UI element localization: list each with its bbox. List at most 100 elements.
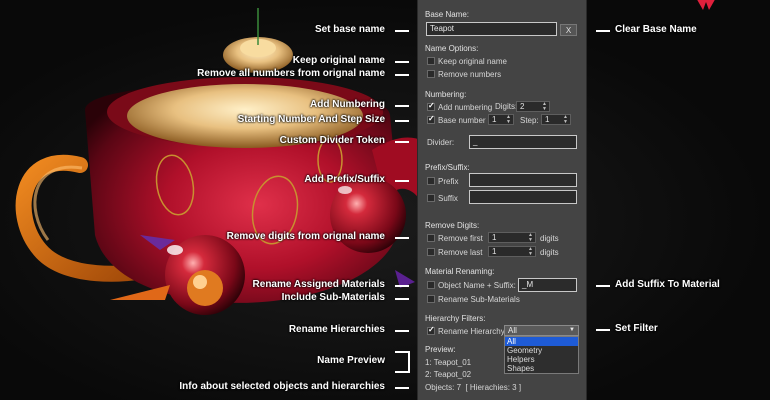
- prefix-input[interactable]: [469, 173, 577, 187]
- keep-original-checkbox[interactable]: [427, 57, 435, 65]
- divider-input[interactable]: _: [469, 135, 577, 149]
- rename-hierarchy-checkbox[interactable]: [427, 325, 435, 335]
- remove-last-spinner[interactable]: 1 ▲ ▼: [488, 246, 536, 257]
- rename-sub-materials-label: Rename Sub-Materials: [438, 295, 520, 304]
- base-number-value: 1: [492, 115, 497, 124]
- annotation-leader: [395, 61, 409, 63]
- object-name-suffix-checkbox[interactable]: [427, 281, 435, 289]
- divider-label: Divider:: [427, 138, 455, 147]
- add-numbering-checkbox[interactable]: [427, 101, 435, 111]
- base-name-input[interactable]: Teapot: [426, 22, 557, 36]
- filter-option[interactable]: All: [505, 337, 578, 346]
- prefix-label: Prefix: [438, 177, 459, 186]
- suffix-checkbox[interactable]: [427, 194, 435, 202]
- digits-spinner[interactable]: 2 ▲ ▼: [516, 101, 550, 112]
- remove-last-checkbox[interactable]: [427, 248, 435, 256]
- annotation-remove-numbers: Remove all numbers from orignal name: [197, 68, 385, 79]
- rename-hierarchy-label: Rename Hierarchy: [438, 327, 505, 336]
- remove-digits-label: Remove Digits:: [425, 221, 480, 230]
- remove-first-checkbox[interactable]: [427, 234, 435, 242]
- filter-option[interactable]: Shapes: [505, 364, 578, 373]
- annotation-leader: [395, 330, 409, 332]
- base-number-spinner[interactable]: 1 ▲ ▼: [488, 114, 514, 125]
- annotation-clear-base-name: Clear Base Name: [615, 24, 697, 35]
- remove-first-spinner[interactable]: 1 ▲ ▼: [488, 232, 536, 243]
- prefix-checkbox[interactable]: [427, 177, 435, 185]
- digits-value: 2: [520, 102, 525, 111]
- spinner-arrows-icon[interactable]: ▲ ▼: [528, 233, 533, 243]
- annotation-bracket: [395, 351, 410, 373]
- remove-numbers-label: Remove numbers: [438, 70, 502, 79]
- filter-option[interactable]: Helpers: [505, 355, 578, 364]
- remove-numbers-checkbox[interactable]: [427, 70, 435, 78]
- annotation-set-base-name: Set base name: [314, 24, 385, 35]
- base-number-label: Base number: [438, 116, 486, 125]
- digits-label: Digits:: [495, 102, 518, 111]
- annotation-remove-digits: Remove digits from orignal name: [226, 231, 385, 242]
- material-renaming-label: Material Renaming:: [425, 267, 495, 276]
- base-number-checkbox[interactable]: [427, 114, 435, 124]
- hierarchy-filters-label: Hierarchy Filters:: [425, 314, 486, 323]
- annotation-set-filter: Set Filter: [615, 323, 658, 334]
- add-numbering-label: Add numbering: [438, 103, 493, 112]
- selection-info: Objects: 7 [ Hierachies: 3 ]: [425, 383, 522, 392]
- annotation-leader: [395, 387, 409, 389]
- annotation-name-preview: Name Preview: [317, 355, 385, 366]
- suffix-label: Suffix: [438, 194, 458, 203]
- annotation-leader: [395, 180, 409, 182]
- preview-line: 2: Teapot_02: [425, 370, 472, 379]
- 3d-viewport[interactable]: [0, 0, 770, 400]
- remove-first-label: Remove first: [438, 234, 483, 243]
- annotation-info: Info about selected objects and hierarch…: [179, 381, 385, 392]
- annotation-keep-original: Keep original name: [292, 55, 385, 66]
- annotation-leader: [395, 120, 409, 122]
- spinner-arrows-icon[interactable]: ▲ ▼: [542, 102, 547, 112]
- chevron-down-icon[interactable]: ▼: [569, 326, 575, 335]
- annotation-leader: [596, 329, 610, 331]
- annotation-leader: [395, 285, 409, 287]
- base-name-label: Base Name:: [425, 10, 470, 19]
- annotation-leader: [395, 30, 409, 32]
- annotation-rename-hierarchies: Rename Hierarchies: [288, 324, 385, 335]
- annotation-sub-materials: Include Sub-Materials: [281, 292, 385, 303]
- name-options-label: Name Options:: [425, 44, 479, 53]
- filter-selected-value: All: [508, 326, 517, 335]
- annotation-starting-number: Starting Number And Step Size: [237, 114, 385, 125]
- step-spinner[interactable]: 1 ▲ ▼: [541, 114, 571, 125]
- step-label: Step:: [520, 116, 539, 125]
- annotation-leader: [395, 298, 409, 300]
- spinner-arrows-icon[interactable]: ▲ ▼: [528, 247, 533, 257]
- keep-original-label: Keep original name: [438, 57, 507, 66]
- clear-base-name-button[interactable]: X: [560, 24, 577, 36]
- remove-last-unit: digits: [540, 248, 559, 257]
- app-logo-icon: [697, 0, 715, 10]
- material-suffix-input[interactable]: _M: [518, 278, 577, 292]
- object-name-suffix-label: Object Name + Suffix:: [438, 281, 516, 290]
- annotation-add-numbering: Add Numbering: [310, 99, 385, 110]
- remove-last-value: 1: [492, 247, 497, 256]
- remove-last-label: Remove last: [438, 248, 483, 257]
- annotation-rename-materials: Rename Assigned Materials: [252, 279, 385, 290]
- remove-first-unit: digits: [540, 234, 559, 243]
- annotation-material-suffix: Add Suffix To Material: [615, 279, 720, 290]
- preview-label: Preview:: [425, 345, 456, 354]
- annotation-leader: [395, 141, 409, 143]
- annotation-leader: [596, 285, 610, 287]
- annotation-leader: [395, 237, 409, 239]
- rename-sub-materials-checkbox[interactable]: [427, 295, 435, 303]
- spinner-arrows-icon[interactable]: ▲ ▼: [506, 115, 511, 125]
- annotation-leader: [395, 74, 409, 76]
- suffix-input[interactable]: [469, 190, 577, 204]
- rename-panel: Base Name: Teapot X Name Options: Keep o…: [417, 0, 587, 400]
- filter-option[interactable]: Geometry: [505, 346, 578, 355]
- filter-dropdown-list: All Geometry Helpers Shapes: [504, 336, 579, 374]
- spinner-arrows-icon[interactable]: ▲ ▼: [563, 115, 568, 125]
- numbering-label: Numbering:: [425, 90, 467, 99]
- filter-dropdown[interactable]: All ▼: [504, 325, 579, 336]
- prefix-suffix-label: Prefix/Suffix:: [425, 163, 470, 172]
- annotation-divider-token: Custom Divider Token: [279, 135, 385, 146]
- teapot-render: [15, 8, 445, 315]
- preview-line: 1: Teapot_01: [425, 358, 472, 367]
- annotation-leader: [395, 105, 409, 107]
- remove-first-value: 1: [492, 233, 497, 242]
